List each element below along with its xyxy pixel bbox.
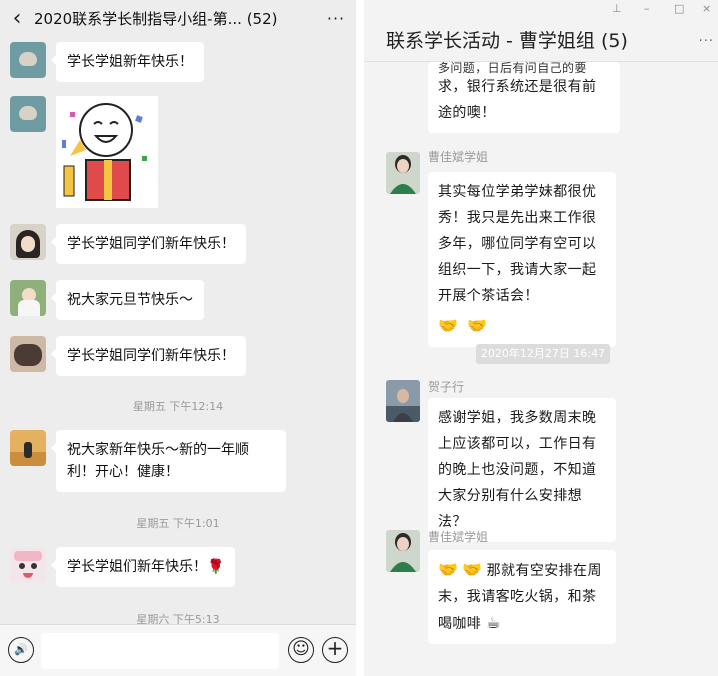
close-icon[interactable]: × <box>702 2 711 15</box>
message-row: 祝大家元旦节快乐～ <box>10 280 204 320</box>
message-text: 求，银行系统还是很有前途的噢！ <box>438 79 597 121</box>
avatar[interactable] <box>10 547 46 583</box>
message-row: 学长学姐们新年快乐！🌹 <box>10 547 236 587</box>
message-bubble[interactable]: 🤝 🤝 那就有空安排在周末，我请客吃火锅，和茶喝咖啡 ☕ <box>428 550 616 644</box>
message-row: 祝大家新年快乐～新的一年顺利！开心！健康！ <box>10 430 286 492</box>
message-text: 其实每位学弟学妹都很优秀！我只是先出来工作很多年，哪位同学有空可以组织一下，我请… <box>438 184 597 304</box>
divider <box>356 0 364 676</box>
chat-header: ‹ 2020联系学长制指导小组-第... (52) ··· <box>0 0 356 36</box>
message-text-partial: 多问题，日后有问自己的要 <box>438 62 587 74</box>
handshake-icon: 🤝 <box>438 560 459 579</box>
avatar[interactable] <box>386 530 420 572</box>
window-header: ⊥ – □ × 联系学长活动 - 曹学姐组 (5) ··· <box>364 0 718 62</box>
avatar[interactable] <box>10 280 46 316</box>
timestamp: 2020年12月27日 16:47 <box>476 344 610 364</box>
avatar[interactable] <box>386 152 420 194</box>
message-bubble[interactable]: 学长学姐新年快乐！ <box>51 42 204 82</box>
message-bubble[interactable]: 祝大家元旦节快乐～ <box>51 280 204 320</box>
message-bubble[interactable]: 感谢学姐，我多数周末晚上应该都可以，工作日有的晚上也没问题，不知道大家分别有什么… <box>428 398 616 542</box>
message-bubble[interactable]: 多问题，日后有问自己的要 求，银行系统还是很有前途的噢！ <box>428 62 620 133</box>
avatar[interactable] <box>10 336 46 372</box>
message-row: 学长学姐同学们新年快乐！ <box>10 336 246 376</box>
message-bubble[interactable]: 学长学姐同学们新年快乐！ <box>51 224 246 264</box>
avatar[interactable] <box>10 96 46 132</box>
message-row: 学长学姐同学们新年快乐！ <box>10 224 246 264</box>
avatar[interactable] <box>10 224 46 260</box>
emoji-icon[interactable]: ☺ <box>288 637 314 663</box>
message-row: 学长学姐新年快乐！ <box>10 42 204 82</box>
timestamp: 星期五 下午1:01 <box>136 517 220 530</box>
plus-icon[interactable]: + <box>322 637 348 663</box>
minimize-icon[interactable]: – <box>644 2 650 15</box>
input-bar: 🔊 ☺ + <box>0 624 356 676</box>
message-input[interactable] <box>41 633 279 669</box>
member-count: (52) <box>246 9 278 28</box>
handshake-icon: 🤝 <box>462 560 483 579</box>
voice-icon[interactable]: 🔊 <box>8 637 34 663</box>
chat-panel-left: ‹ 2020联系学长制指导小组-第... (52) ··· 学长学姐新年快乐！ <box>0 0 356 676</box>
more-icon[interactable]: ··· <box>699 34 714 49</box>
message-bubble[interactable]: 学长学姐们新年快乐！🌹 <box>50 547 236 587</box>
pin-icon[interactable]: ⊥ <box>612 2 622 15</box>
message-bubble[interactable]: 学长学姐同学们新年快乐！ <box>51 336 246 376</box>
sender-name: 贺子行 <box>428 380 465 394</box>
message-bubble[interactable]: 其实每位学弟学妹都很优秀！我只是先出来工作很多年，哪位同学有空可以组织一下，我请… <box>428 172 616 347</box>
chat-panel-right: ⊥ – □ × 联系学长活动 - 曹学姐组 (5) ··· 多问题，日后有问自己… <box>364 0 718 676</box>
sticker-image[interactable] <box>56 96 158 208</box>
avatar[interactable] <box>386 380 420 422</box>
maximize-icon[interactable]: □ <box>674 2 684 15</box>
avatar[interactable] <box>10 42 46 78</box>
avatar[interactable] <box>10 430 46 466</box>
more-icon[interactable]: ··· <box>316 9 356 28</box>
sender-name: 曹佳斌学姐 <box>428 530 489 544</box>
back-icon[interactable]: ‹ <box>0 6 34 31</box>
timestamp: 星期五 下午12:14 <box>132 400 224 413</box>
handshake-icon: 🤝 <box>467 316 488 335</box>
emoji-row: 🤝 🤝 <box>438 313 606 340</box>
group-title: 2020联系学长制指导小组-第... (52) <box>34 9 278 28</box>
handshake-icon: 🤝 <box>438 316 459 335</box>
message-row <box>10 96 158 208</box>
sender-name: 曹佳斌学姐 <box>428 150 489 164</box>
group-title: 联系学长活动 - 曹学姐组 (5) <box>386 30 628 52</box>
message-bubble[interactable]: 祝大家新年快乐～新的一年顺利！开心！健康！ <box>51 430 286 492</box>
coffee-icon: ☕ <box>486 613 501 632</box>
